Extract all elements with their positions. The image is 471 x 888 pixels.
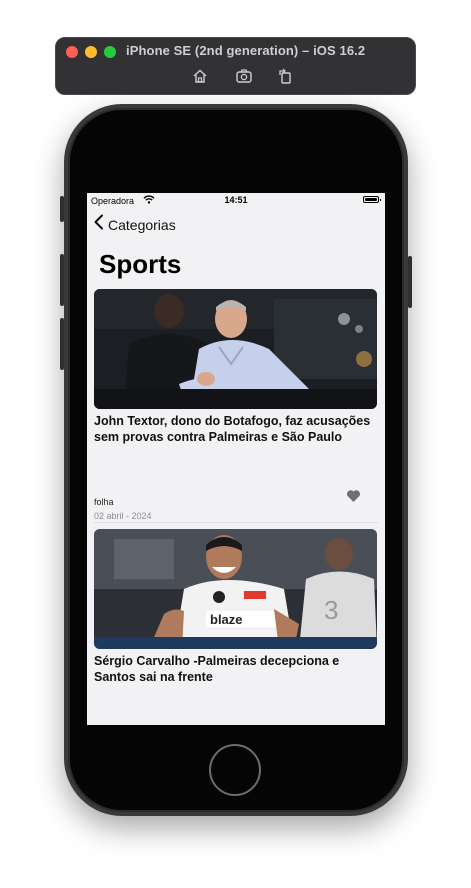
power-button	[408, 256, 412, 308]
article-image: 3 blaze	[94, 529, 377, 649]
chevron-left-icon	[93, 214, 104, 235]
article-card[interactable]: John Textor, dono do Botafogo, faz acusa…	[87, 289, 385, 523]
page-title: Sports	[99, 249, 182, 279]
mute-switch	[60, 196, 64, 222]
status-bar: Operadora 14:51	[87, 193, 385, 209]
navigation-bar: Categorias	[87, 209, 385, 237]
zoom-window-button[interactable]	[104, 46, 116, 58]
back-button-label: Categorias	[108, 216, 176, 233]
article-image	[94, 289, 377, 409]
screenshot-icon[interactable]	[235, 67, 253, 85]
article-list[interactable]: John Textor, dono do Botafogo, faz acusa…	[87, 289, 385, 723]
back-button[interactable]: Categorias	[93, 214, 176, 235]
svg-text:blaze: blaze	[210, 612, 243, 627]
app-screen: Operadora 14:51 Categorias Sports John T…	[87, 193, 385, 725]
battery-icon	[363, 196, 381, 203]
minimize-window-button[interactable]	[85, 46, 97, 58]
simulator-title: iPhone SE (2nd generation) – iOS 16.2	[126, 43, 366, 58]
simulator-toolbar: iPhone SE (2nd generation) – iOS 16.2	[55, 37, 416, 95]
rotate-icon[interactable]	[276, 67, 294, 85]
svg-text:3: 3	[324, 595, 338, 625]
article-source: folha	[94, 497, 114, 507]
home-button[interactable]	[209, 744, 261, 796]
volume-up-button	[60, 254, 64, 306]
article-card[interactable]: 3 blaze Sérgio Carvalho -Palmeiras decep…	[87, 523, 385, 723]
home-icon[interactable]	[191, 67, 209, 85]
status-time: 14:51	[224, 195, 248, 205]
favorite-heart-icon[interactable]	[346, 489, 361, 503]
close-window-button[interactable]	[66, 46, 78, 58]
article-title: Sérgio Carvalho -Palmeiras decepciona e …	[94, 654, 340, 684]
volume-down-button	[60, 318, 64, 370]
article-date: 02 abril - 2024	[94, 511, 152, 521]
article-title: John Textor, dono do Botafogo, faz acusa…	[94, 414, 371, 444]
